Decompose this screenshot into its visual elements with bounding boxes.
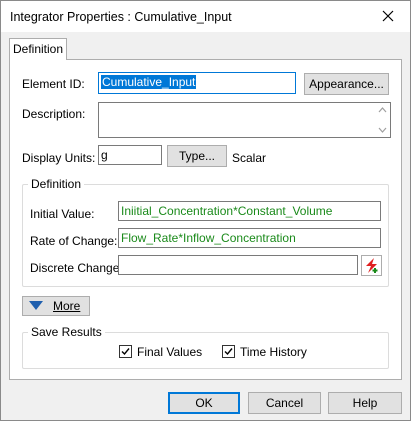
rate-of-change-input[interactable]: Flow_Rate*Inflow_Concentration (118, 228, 381, 248)
display-units-label: Display Units: (22, 151, 96, 165)
close-icon (382, 10, 394, 22)
more-label: More (53, 299, 81, 313)
more-button[interactable]: More (22, 296, 90, 316)
element-id-input[interactable]: Cumulative_Input (98, 72, 296, 94)
dialog-window: Integrator Properties : Cumulative_Input… (0, 0, 411, 421)
help-button[interactable]: Help (328, 392, 402, 414)
appearance-button[interactable]: Appearance... (304, 73, 389, 95)
definition-group-title: Definition (28, 177, 85, 191)
element-id-label: Element ID: (22, 77, 85, 91)
scroll-down-icon[interactable] (378, 127, 387, 133)
initial-value-input[interactable]: Iniitial_Concentration*Constant_Volume (118, 201, 381, 221)
description-label: Description: (22, 107, 86, 121)
ok-button[interactable]: OK (168, 392, 240, 414)
save-results-title: Save Results (28, 325, 105, 339)
type-value: Scalar (232, 151, 267, 165)
close-button[interactable] (368, 2, 408, 30)
checkmark-icon (224, 348, 233, 356)
tab-definition[interactable]: Definition (9, 38, 67, 60)
description-scrollbar[interactable] (374, 103, 390, 137)
definition-group: Definition Initial Value: Iniitial_Conce… (22, 177, 389, 287)
scroll-up-icon[interactable] (378, 107, 387, 113)
type-button[interactable]: Type... (167, 145, 227, 167)
rate-of-change-expression: Flow_Rate*Inflow_Concentration (121, 231, 296, 245)
save-results-group: Save Results Final Values Time History (22, 325, 389, 369)
discrete-change-input[interactable] (118, 255, 358, 275)
initial-value-expression: Iniitial_Concentration*Constant_Volume (121, 204, 333, 218)
window-title: Integrator Properties : Cumulative_Input (10, 10, 232, 24)
display-units-value: g (101, 148, 108, 162)
discrete-change-label: Discrete Change: (30, 261, 123, 275)
description-input[interactable] (98, 102, 391, 138)
time-history-label[interactable]: Time History (240, 345, 307, 359)
lightning-add-icon (366, 258, 378, 273)
checkmark-icon (121, 348, 130, 356)
initial-value-label: Initial Value: (30, 207, 95, 221)
triangle-down-icon (29, 301, 43, 310)
title-bar[interactable]: Integrator Properties : Cumulative_Input (1, 1, 410, 32)
definition-panel: Element ID: Cumulative_Input Appearance.… (9, 59, 402, 380)
time-history-checkbox[interactable] (222, 345, 235, 358)
rate-of-change-label: Rate of Change: (30, 234, 118, 248)
discrete-change-button[interactable] (361, 255, 382, 276)
final-values-label[interactable]: Final Values (137, 345, 202, 359)
display-units-input[interactable]: g (98, 145, 162, 165)
final-values-checkbox[interactable] (119, 345, 132, 358)
cancel-button[interactable]: Cancel (248, 392, 321, 414)
element-id-value: Cumulative_Input (101, 75, 197, 89)
